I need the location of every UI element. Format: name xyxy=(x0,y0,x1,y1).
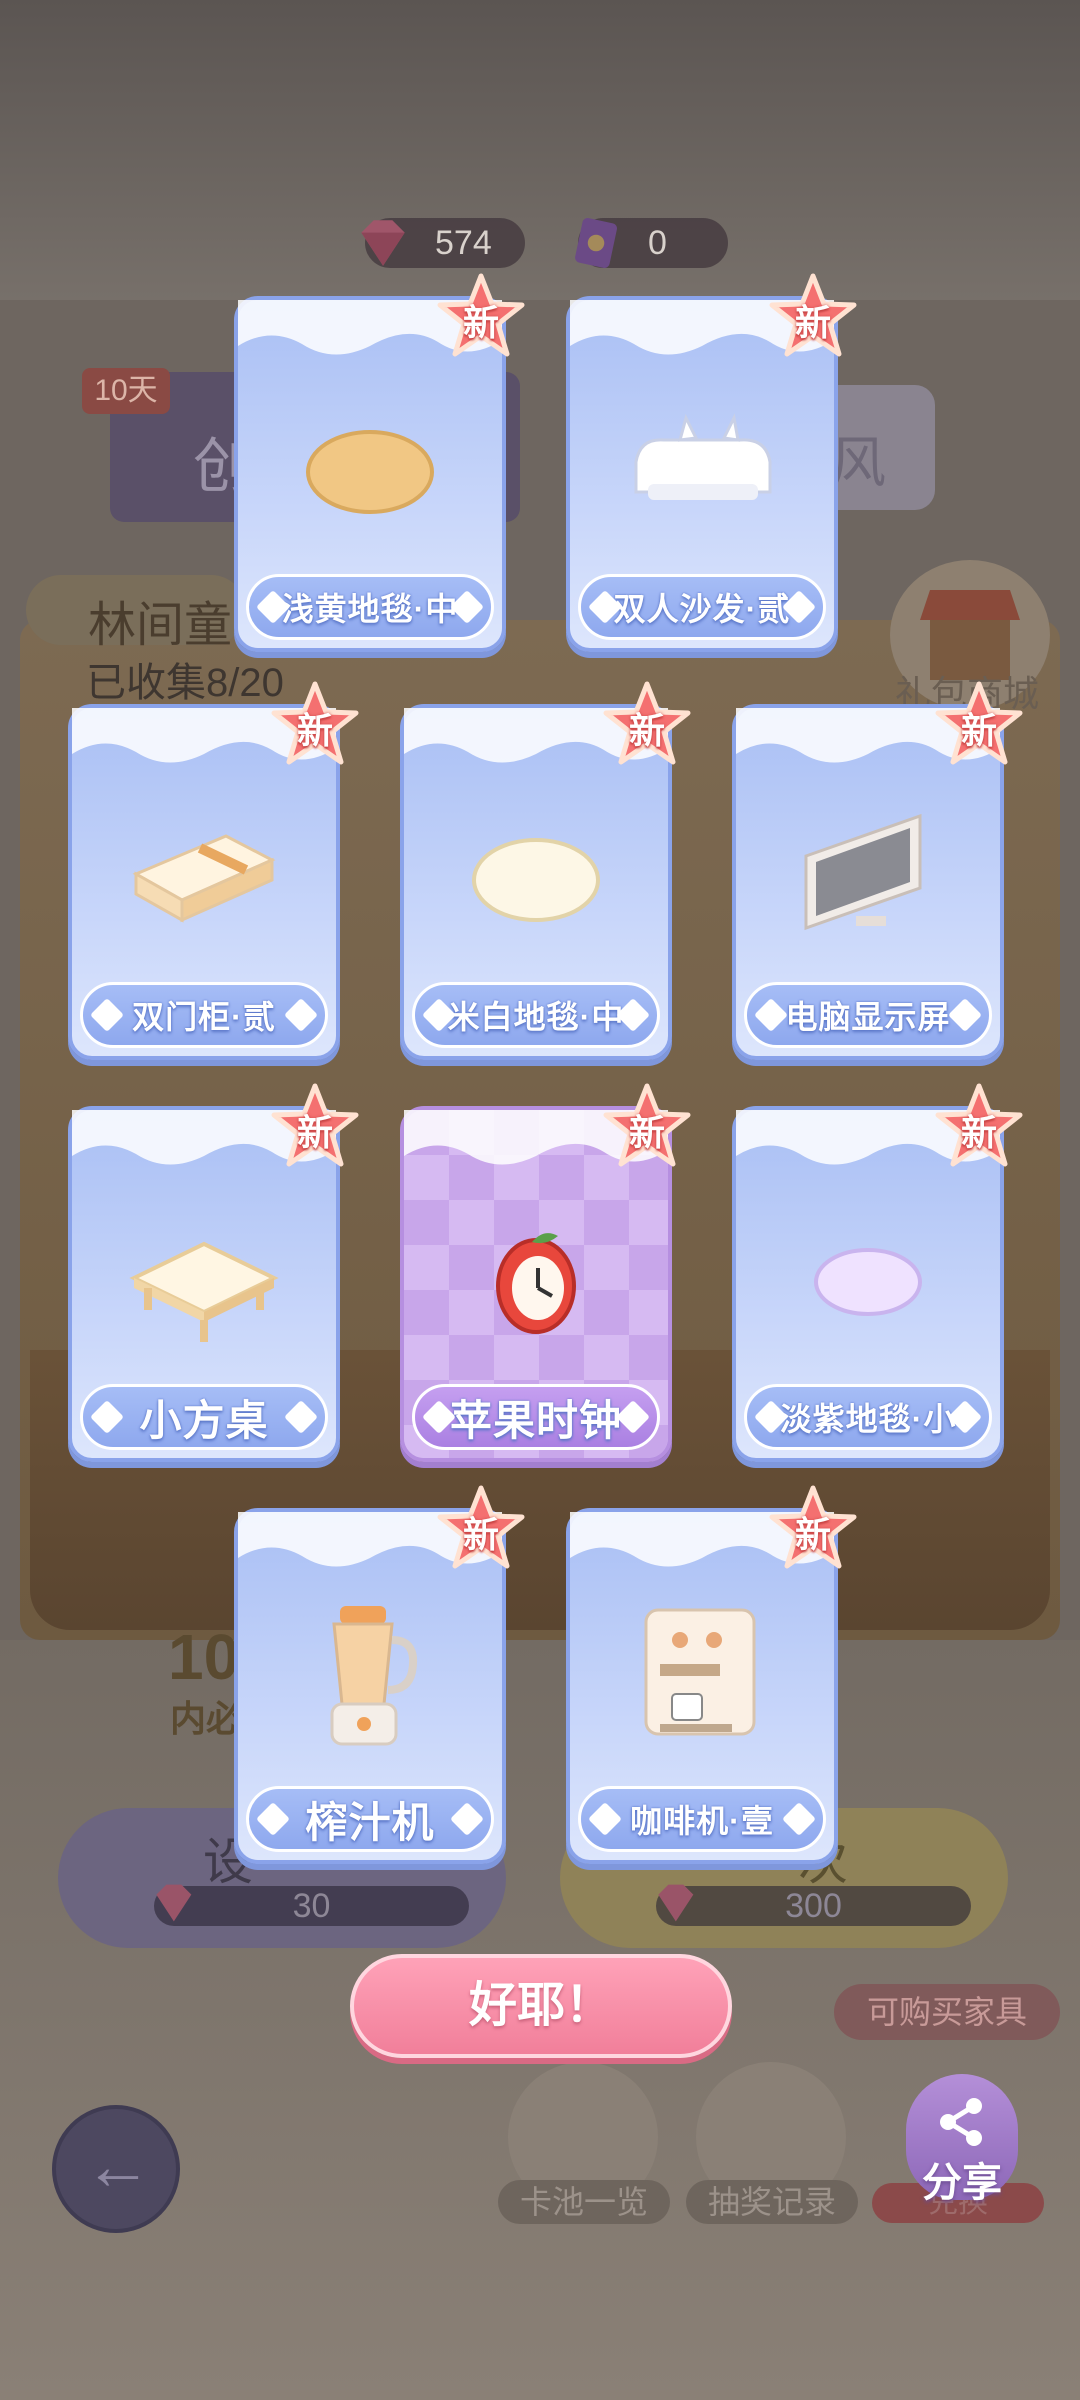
confirm-button[interactable]: 好耶！ xyxy=(350,1954,732,2058)
gem-icon xyxy=(156,1884,192,1922)
card-name-plate: 双门柜·贰 xyxy=(80,982,328,1048)
diamond-icon xyxy=(450,1802,484,1836)
card-item-name: 咖啡机·壹 xyxy=(630,1803,774,1839)
apple-clock-icon xyxy=(496,1233,576,1334)
reward-card-5: 电脑显示屏 新 xyxy=(732,681,1023,1060)
card-name-plate: 淡紫地毯·小 xyxy=(744,1384,992,1450)
background-sky xyxy=(0,0,1080,300)
reward-card-10: 咖啡机·壹 新 xyxy=(566,1485,857,1864)
card-name-plate: 小方桌 xyxy=(80,1384,328,1450)
small-square-table-icon xyxy=(129,1241,279,1342)
back-arrow-icon: ← xyxy=(84,2128,152,2204)
new-badge-text: 新 xyxy=(960,710,997,751)
guarantee-count: 10 xyxy=(168,1621,240,1693)
reward-card-9: 榨汁机 新 xyxy=(234,1485,525,1864)
card-item-name: 小方桌 xyxy=(139,1396,269,1444)
new-badge: 新 xyxy=(270,680,360,770)
share-icon xyxy=(940,2098,982,2146)
card-item-name: 双人沙发·贰 xyxy=(613,591,791,627)
lavender-round-rug-icon xyxy=(814,1248,922,1316)
diamond-icon xyxy=(754,998,788,1032)
diamond-icon xyxy=(782,1802,816,1836)
diamond-icon xyxy=(256,1802,290,1836)
gem-balance: 574 xyxy=(361,218,525,268)
diamond-icon xyxy=(948,998,982,1032)
card-item-name: 榨汁机 xyxy=(305,1798,435,1846)
new-badge: 新 xyxy=(270,1082,360,1172)
new-badge-text: 新 xyxy=(794,1514,831,1555)
collected-progress: 已收集8/20 xyxy=(86,661,284,705)
diamond-icon xyxy=(284,1400,318,1434)
diamond-icon xyxy=(588,1802,622,1836)
new-badge-text: 新 xyxy=(628,1112,665,1153)
guarantee-sub: 内必 xyxy=(170,1698,243,1739)
reward-card-4: 米白地毯·中 新 xyxy=(400,681,691,1060)
card-name-plate: 米白地毯·中 xyxy=(412,982,660,1048)
reward-card-1: 浅黄地毯·中 新 xyxy=(234,273,525,652)
ticket-count: 0 xyxy=(648,224,667,262)
days-tag: 10天 xyxy=(82,368,170,414)
beige-round-rug-icon xyxy=(306,430,434,514)
draw-history-label: 抽奖记录 xyxy=(686,2180,858,2224)
card-item-name: 淡紫地毯·小 xyxy=(779,1401,957,1437)
back-button[interactable]: ← xyxy=(52,2105,180,2233)
diamond-icon xyxy=(90,998,124,1032)
banner-text-right: 风 xyxy=(830,431,886,494)
gem-count: 574 xyxy=(435,224,492,262)
new-badge: 新 xyxy=(436,272,526,362)
new-badge: 新 xyxy=(602,1082,692,1172)
card-name-plate: 咖啡机·壹 xyxy=(578,1786,826,1852)
share-label: 分享 xyxy=(922,2161,1002,2205)
new-badge-text: 新 xyxy=(628,710,665,751)
ticket-icon xyxy=(575,218,617,268)
reward-card-7: 苹果时钟 新 xyxy=(400,1083,691,1462)
draw-once-cost: 30 xyxy=(154,1886,469,1926)
card-name-plate: 浅黄地毯·中 xyxy=(246,574,494,640)
card-item-name: 双门柜·贰 xyxy=(132,999,276,1035)
diamond-icon xyxy=(284,998,318,1032)
card-item-name: 苹果时钟 xyxy=(449,1396,622,1444)
card-name-plate: 苹果时钟 xyxy=(412,1384,660,1450)
card-name-plate: 电脑显示屏 xyxy=(744,982,992,1048)
new-badge: 新 xyxy=(934,1082,1024,1172)
new-badge-text: 新 xyxy=(960,1112,997,1153)
pool-overview-label: 卡池一览 xyxy=(498,2180,670,2224)
card-item-name: 电脑显示屏 xyxy=(785,999,951,1035)
draw-ten-cost: 300 xyxy=(656,1886,971,1926)
double-door-cabinet-icon xyxy=(132,834,276,923)
new-badge-text: 新 xyxy=(296,1112,333,1153)
juicer-icon xyxy=(330,1606,417,1746)
gem-icon xyxy=(361,220,405,266)
coffee-machine-icon xyxy=(644,1608,756,1736)
computer-monitor-icon xyxy=(804,813,922,931)
card-name-plate: 双人沙发·贰 xyxy=(578,574,826,640)
new-badge-text: 新 xyxy=(794,302,831,343)
new-badge: 新 xyxy=(436,1484,526,1574)
reward-card-2: 双人沙发·贰 新 xyxy=(566,273,857,652)
new-badge-text: 新 xyxy=(462,302,499,343)
collection-title: 林间童 xyxy=(88,599,233,652)
new-badge: 新 xyxy=(768,272,858,362)
ticket-balance: 0 xyxy=(575,218,728,268)
card-item-name: 浅黄地毯·中 xyxy=(281,591,459,627)
new-badge: 新 xyxy=(934,680,1024,770)
new-badge: 新 xyxy=(602,680,692,770)
reward-card-6: 小方桌 新 xyxy=(68,1083,359,1462)
reward-card-3: 双门柜·贰 新 xyxy=(68,681,359,1060)
new-badge-text: 新 xyxy=(462,1514,499,1555)
white-cat-sofa-icon xyxy=(634,413,772,500)
cream-round-rug-icon xyxy=(472,838,600,922)
diamond-icon xyxy=(90,1400,124,1434)
new-badge-text: 新 xyxy=(296,710,333,751)
card-item-name: 米白地毯·中 xyxy=(447,999,625,1035)
new-badge: 新 xyxy=(768,1484,858,1574)
purchasable-furniture-label: 可购买家具 xyxy=(834,1984,1060,2040)
reward-card-8: 淡紫地毯·小 新 xyxy=(732,1083,1023,1462)
gem-icon xyxy=(658,1884,694,1922)
card-name-plate: 榨汁机 xyxy=(246,1786,494,1852)
